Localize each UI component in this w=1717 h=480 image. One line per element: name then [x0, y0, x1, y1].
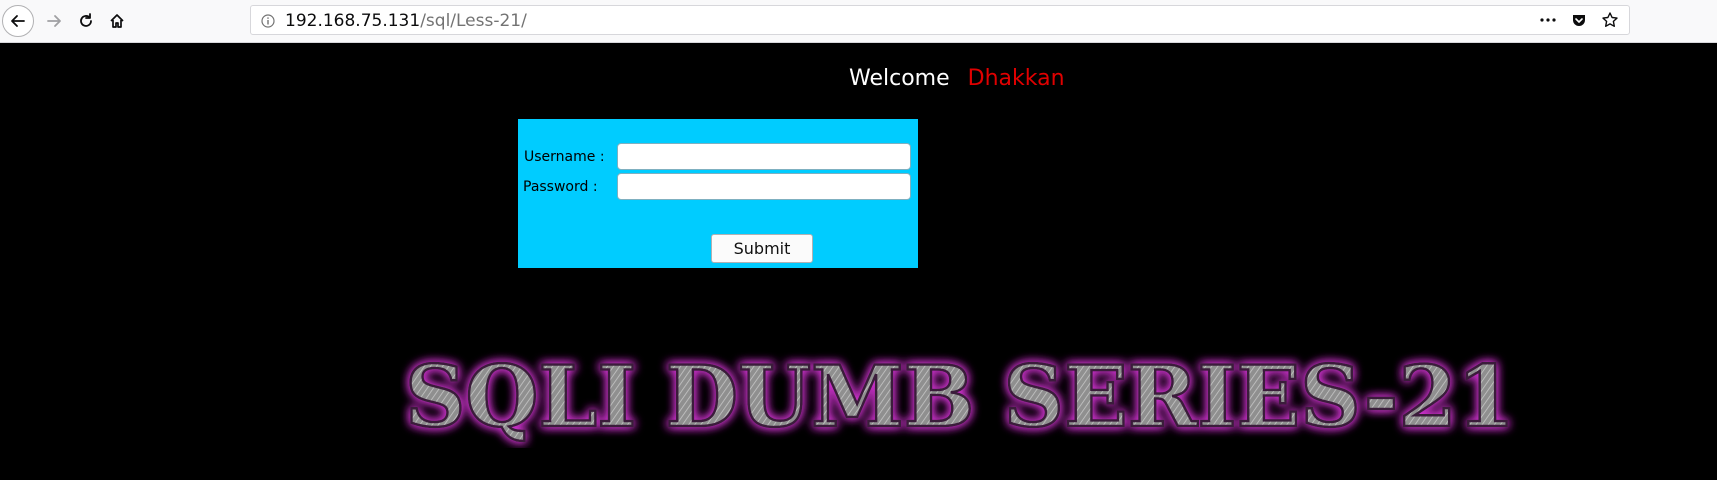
browser-toolbar: 192.168.75.131/sql/Less-21/ — [0, 0, 1717, 43]
welcome-label: Welcome — [849, 66, 950, 91]
username-label: Username : — [524, 149, 605, 165]
username-input[interactable] — [617, 143, 911, 170]
password-input[interactable] — [617, 173, 911, 200]
series-banner: SQLI DUMB SERIES-21 — [404, 348, 1517, 447]
reload-button[interactable] — [70, 5, 102, 37]
welcome-name: Dhakkan — [967, 66, 1065, 91]
submit-button[interactable]: Submit — [711, 234, 813, 263]
url-host: 192.168.75.131 — [285, 11, 421, 31]
address-bar[interactable]: 192.168.75.131/sql/Less-21/ — [250, 5, 1630, 35]
forward-button[interactable] — [38, 5, 70, 37]
url-path: /sql/Less-21/ — [420, 11, 527, 31]
ellipsis-icon[interactable] — [1539, 17, 1557, 23]
home-button[interactable] — [101, 5, 133, 37]
arrow-left-icon — [11, 15, 25, 27]
arrow-right-icon — [47, 15, 61, 27]
url-text[interactable]: 192.168.75.131/sql/Less-21/ — [285, 11, 527, 31]
home-icon — [110, 14, 124, 28]
reload-icon — [80, 13, 92, 27]
info-icon[interactable] — [261, 13, 275, 32]
star-icon[interactable] — [1601, 11, 1619, 29]
series-banner-text: SQLI DUMB SERIES-21 — [405, 348, 1515, 446]
back-button[interactable] — [2, 5, 34, 37]
welcome-message: Welcome Dhakkan — [849, 66, 1065, 91]
pocket-icon[interactable] — [1571, 12, 1587, 28]
password-label: Password : — [523, 179, 598, 195]
url-actions — [1539, 11, 1619, 29]
login-form: Username : Password : Submit — [518, 119, 918, 268]
